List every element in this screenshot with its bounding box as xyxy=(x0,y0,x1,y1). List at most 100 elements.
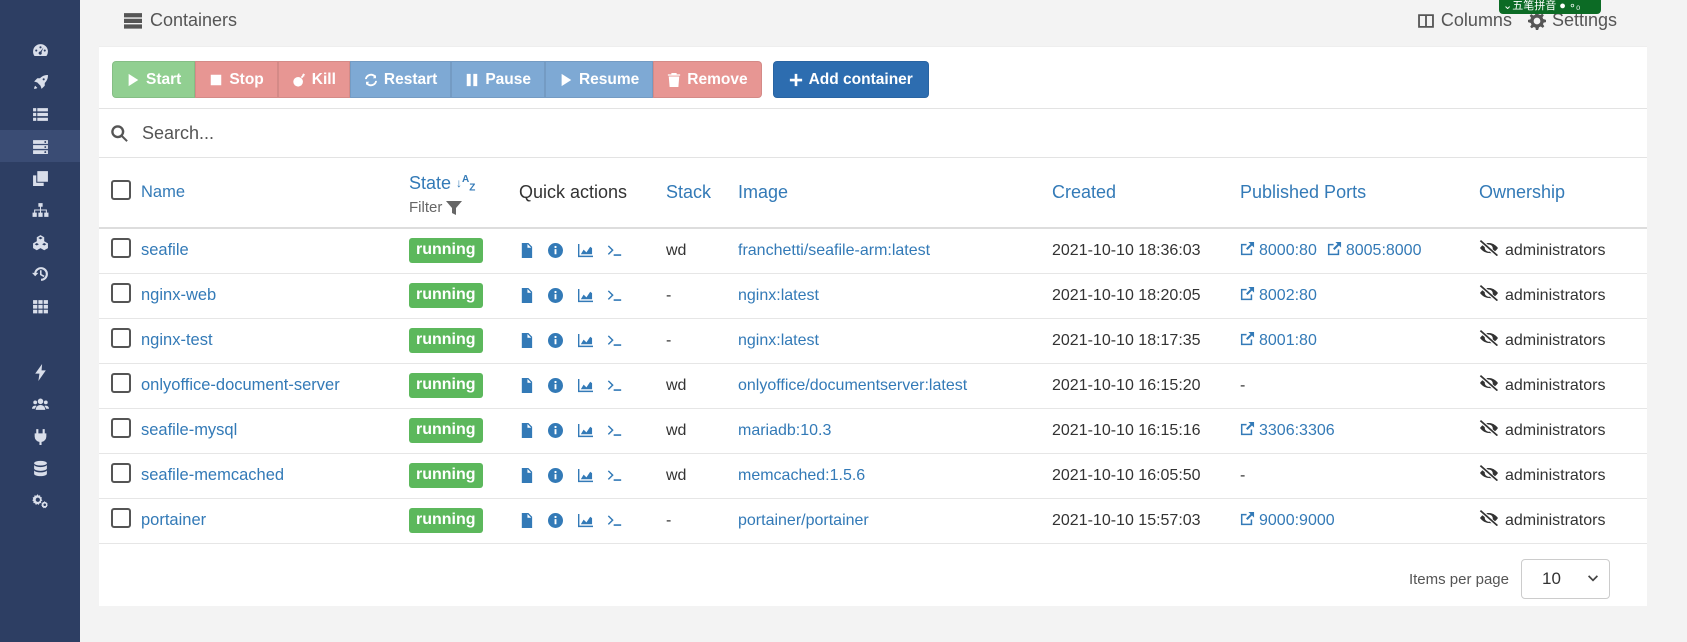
image-link[interactable]: portainer/portainer xyxy=(738,512,869,529)
stats-icon[interactable] xyxy=(577,288,593,303)
ownership-cell: administrators xyxy=(1479,498,1647,543)
sort-name-header[interactable]: Name xyxy=(141,183,185,201)
stats-icon[interactable] xyxy=(577,468,593,483)
container-name-link[interactable]: nginx-test xyxy=(141,331,213,349)
sort-image-header[interactable]: Image xyxy=(738,182,788,202)
pause-button[interactable]: Pause xyxy=(451,61,545,98)
info-icon[interactable] xyxy=(548,287,564,303)
console-icon[interactable] xyxy=(607,468,622,483)
logs-icon[interactable] xyxy=(519,422,534,438)
row-checkbox[interactable] xyxy=(111,463,131,483)
stats-icon[interactable] xyxy=(577,243,593,258)
info-icon[interactable] xyxy=(548,422,564,438)
info-icon[interactable] xyxy=(548,377,564,393)
stop-button[interactable]: Stop xyxy=(195,61,278,98)
published-port-link[interactable]: 8000:80 xyxy=(1240,241,1317,261)
container-name-link[interactable]: portainer xyxy=(141,511,206,529)
plug-icon[interactable] xyxy=(0,420,80,452)
info-icon[interactable] xyxy=(548,512,564,528)
stats-icon[interactable] xyxy=(577,513,593,528)
console-icon[interactable] xyxy=(607,333,622,348)
logs-icon[interactable] xyxy=(519,512,534,528)
image-link[interactable]: mariadb:10.3 xyxy=(738,422,831,439)
row-checkbox[interactable] xyxy=(111,418,131,438)
row-checkbox[interactable] xyxy=(111,328,131,348)
image-link[interactable]: nginx:latest xyxy=(738,287,819,304)
remove-button[interactable]: Remove xyxy=(653,61,762,98)
search-input[interactable] xyxy=(142,122,1042,144)
container-name-link[interactable]: seafile-mysql xyxy=(141,421,237,439)
sort-ports-header[interactable]: Published Ports xyxy=(1240,182,1366,202)
sort-created-header[interactable]: Created xyxy=(1052,182,1116,202)
stats-icon[interactable] xyxy=(577,378,593,393)
row-checkbox[interactable] xyxy=(111,283,131,303)
port-value: 9000:9000 xyxy=(1259,511,1335,529)
row-checkbox[interactable] xyxy=(111,373,131,393)
image-link[interactable]: onlyoffice/documentserver:latest xyxy=(738,377,967,394)
info-icon[interactable] xyxy=(548,243,564,259)
port-value: 8000:80 xyxy=(1259,241,1317,259)
row-checkbox[interactable] xyxy=(111,238,131,259)
add-container-button[interactable]: Add container xyxy=(772,61,929,98)
stats-icon[interactable] xyxy=(577,333,593,348)
image-link[interactable]: nginx:latest xyxy=(738,332,819,349)
stats-icon[interactable] xyxy=(577,423,593,438)
logs-icon[interactable] xyxy=(519,287,534,303)
container-name-link[interactable]: onlyoffice-document-server xyxy=(141,376,340,394)
restart-button[interactable]: Restart xyxy=(349,61,452,98)
server-icon[interactable] xyxy=(0,130,80,162)
bolt-icon[interactable] xyxy=(0,356,80,388)
console-icon[interactable] xyxy=(607,423,622,438)
eye-slash-icon xyxy=(1479,510,1499,531)
sort-ownership-header[interactable]: Ownership xyxy=(1479,182,1565,202)
published-port-link[interactable]: 8001:80 xyxy=(1240,331,1317,351)
sitemap-icon[interactable] xyxy=(0,194,80,226)
dashboard-icon[interactable] xyxy=(0,34,80,66)
status-badge: running xyxy=(409,283,483,308)
info-icon[interactable] xyxy=(548,332,564,348)
list-icon[interactable] xyxy=(0,98,80,130)
external-link-icon xyxy=(1240,286,1255,306)
gear-icon xyxy=(1527,11,1546,30)
container-name-link[interactable]: seafile-memcached xyxy=(141,466,284,484)
console-icon[interactable] xyxy=(607,378,622,393)
rocket-icon[interactable] xyxy=(0,66,80,98)
logs-icon[interactable] xyxy=(519,243,534,259)
columns-button[interactable]: Columns xyxy=(1417,10,1512,31)
state-filter[interactable]: Filter xyxy=(409,199,519,216)
start-label: Start xyxy=(146,70,182,88)
history-icon[interactable] xyxy=(0,258,80,290)
start-button[interactable]: Start xyxy=(112,61,196,98)
logs-icon[interactable] xyxy=(519,332,534,348)
pagination: Items per page 10 xyxy=(1409,559,1610,599)
row-checkbox[interactable] xyxy=(111,508,131,528)
items-per-page-select[interactable]: 10 xyxy=(1521,559,1610,599)
console-icon[interactable] xyxy=(607,288,622,303)
sort-icon: ↓AZ xyxy=(456,173,476,194)
container-name-link[interactable]: nginx-web xyxy=(141,286,216,304)
info-icon[interactable] xyxy=(548,467,564,483)
created-cell: 2021-10-10 18:36:03 xyxy=(1052,241,1201,259)
resume-button[interactable]: Resume xyxy=(544,61,654,98)
cubes-icon[interactable] xyxy=(0,226,80,258)
published-port-link[interactable]: 9000:9000 xyxy=(1240,511,1335,531)
published-port-link[interactable]: 3306:3306 xyxy=(1240,421,1335,441)
container-name-link[interactable]: seafile xyxy=(141,241,189,259)
sort-stack-header[interactable]: Stack xyxy=(666,182,711,202)
select-all-checkbox[interactable] xyxy=(111,180,131,200)
published-port-link[interactable]: 8002:80 xyxy=(1240,286,1317,306)
image-link[interactable]: franchetti/seafile-arm:latest xyxy=(738,242,930,259)
database-icon[interactable] xyxy=(0,452,80,484)
console-icon[interactable] xyxy=(607,513,622,528)
th-icon[interactable] xyxy=(0,290,80,322)
cogs-icon[interactable] xyxy=(0,484,80,516)
logs-icon[interactable] xyxy=(519,377,534,393)
clone-icon[interactable] xyxy=(0,162,80,194)
image-link[interactable]: memcached:1.5.6 xyxy=(738,467,865,484)
logs-icon[interactable] xyxy=(519,467,534,483)
sort-state-header[interactable]: State ↓AZ xyxy=(409,173,475,193)
kill-button[interactable]: Kill xyxy=(277,61,350,98)
published-port-link[interactable]: 8005:8000 xyxy=(1327,241,1421,261)
console-icon[interactable] xyxy=(607,243,622,258)
users-icon[interactable] xyxy=(0,388,80,420)
